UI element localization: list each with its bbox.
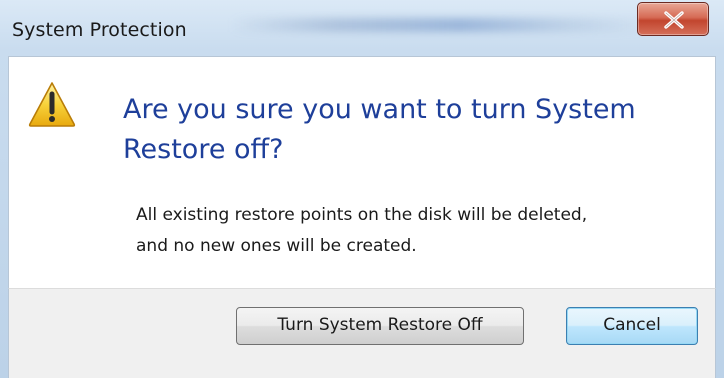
dialog-window: System Protection Are you sure you want …: [0, 0, 724, 378]
title-bar-background-blur: [230, 18, 650, 32]
close-button[interactable]: [637, 2, 709, 36]
window-title: System Protection: [12, 19, 187, 41]
message-line-1: All existing restore points on the disk …: [136, 205, 588, 225]
dialog-message: All existing restore points on the disk …: [136, 200, 706, 262]
cancel-button[interactable]: Cancel: [566, 307, 698, 345]
message-line-2: and no new ones will be created.: [136, 236, 417, 256]
turn-system-restore-off-button[interactable]: Turn System Restore Off: [236, 307, 524, 345]
dialog-heading: Are you sure you want to turn System Res…: [123, 94, 636, 165]
warning-icon: [28, 82, 76, 127]
title-bar[interactable]: System Protection: [0, 0, 724, 60]
close-icon: [664, 11, 684, 29]
